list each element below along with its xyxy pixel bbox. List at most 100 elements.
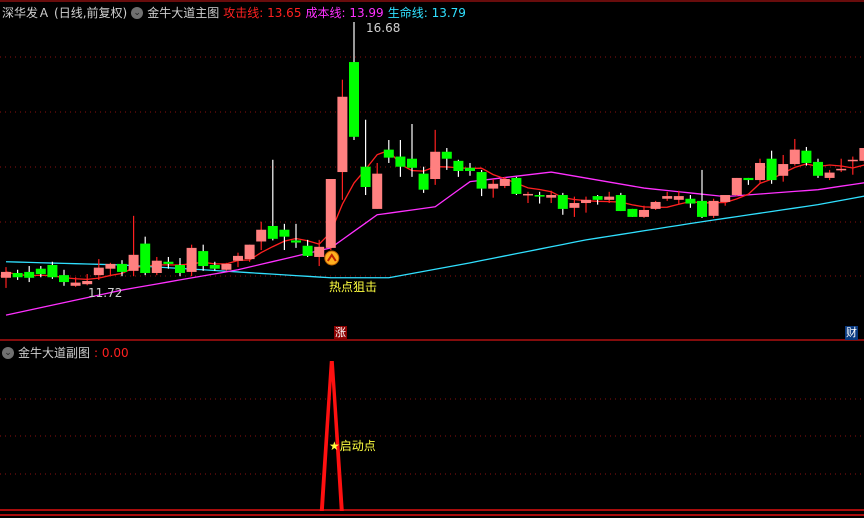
candle-up: [105, 263, 116, 269]
candle-up: [93, 267, 104, 276]
candle-up: [639, 209, 649, 217]
signal-arrow-circle: [324, 250, 340, 266]
candle-down: [592, 196, 603, 200]
sub-indicator-dropdown-icon[interactable]: ⌄: [2, 346, 14, 359]
candle-up: [662, 196, 673, 199]
candle-up: [488, 183, 499, 189]
candle-up: [1, 271, 11, 278]
candle-down: [302, 245, 313, 256]
candlestick-chart[interactable]: [0, 0, 864, 341]
candle-up: [604, 196, 615, 200]
cost-value: 13.99: [349, 6, 384, 20]
candle-down: [453, 160, 464, 171]
candle-down: [163, 261, 174, 264]
candle-up: [314, 246, 325, 257]
candle-up: [789, 149, 800, 165]
candle-down: [813, 161, 823, 176]
candle-up: [859, 148, 864, 161]
sub-header: ⌄ 金牛大道副图 : 0.00: [2, 344, 129, 361]
candle-down: [441, 151, 452, 159]
candle-down: [47, 264, 58, 278]
candle-up: [778, 164, 789, 176]
candle-down: [209, 264, 220, 269]
main-indicator-name[interactable]: 金牛大道主图: [147, 4, 219, 21]
candle-up: [731, 177, 742, 196]
candle-down: [395, 156, 406, 167]
candle-up: [650, 201, 661, 209]
candle-up: [581, 199, 591, 204]
candle-down: [465, 167, 475, 171]
main-header: 深华发Ａ (日线,前复权) ⌄ 金牛大道主图 攻击线: 13.65 成本线: 1…: [2, 4, 466, 21]
stock-name: 深华发Ａ: [2, 6, 51, 20]
candle-down: [801, 150, 812, 163]
rise-tag[interactable]: 涨: [334, 326, 347, 340]
candle-down: [267, 225, 278, 239]
candle-up: [325, 178, 336, 248]
candle-up: [523, 193, 533, 196]
candle-down: [697, 200, 707, 217]
sub-indicator-name[interactable]: 金牛大道副图: [18, 344, 90, 361]
candle-up: [256, 229, 267, 242]
attack-value: 13.65: [267, 6, 302, 20]
candle-up: [372, 173, 383, 209]
candle-up: [847, 159, 858, 162]
candle-down: [291, 240, 301, 243]
candle-down: [685, 198, 696, 204]
candle-down: [557, 195, 568, 209]
life-value: 13.79: [431, 6, 466, 20]
candle-up: [82, 280, 93, 285]
candle-down: [59, 275, 69, 283]
candle-up: [128, 254, 139, 271]
main-chart-pane[interactable]: 深华发Ａ (日线,前复权) ⌄ 金牛大道主图 攻击线: 13.65 成本线: 1…: [0, 0, 864, 341]
launch-point-label: ★启动点: [329, 439, 376, 453]
candle-up: [186, 247, 197, 272]
candle-down: [743, 177, 754, 181]
candle-up: [233, 255, 243, 261]
high-price-label: 16.68: [366, 21, 401, 35]
candle-up: [673, 196, 684, 200]
candle-down: [476, 172, 487, 189]
candle-up: [499, 178, 510, 186]
candle-down: [511, 177, 522, 194]
candle-up: [755, 162, 765, 181]
candle-down: [418, 173, 429, 190]
candle-up: [824, 172, 835, 178]
indicator-dropdown-icon[interactable]: ⌄: [131, 6, 144, 19]
sub-indicator-chart: [0, 361, 864, 516]
candle-up: [708, 200, 719, 216]
candle-up: [244, 244, 255, 260]
low-price-label: 11.72: [88, 286, 123, 300]
candle-down: [349, 62, 359, 137]
attack-label: 攻击线:: [223, 6, 264, 20]
candle-down: [12, 272, 23, 278]
candle-up: [70, 282, 81, 286]
candle-down: [360, 166, 371, 188]
candle-up: [337, 96, 348, 173]
sub-chart-pane[interactable]: ⌄ 金牛大道副图 : 0.00 ★启动点: [0, 341, 864, 518]
star-icon: ★: [329, 439, 340, 453]
sub-indicator-value: : 0.00: [94, 345, 129, 360]
candle-down: [24, 271, 35, 278]
candle-up: [151, 260, 162, 273]
candle-up: [430, 151, 441, 179]
candle-up: [546, 195, 557, 198]
candle-down: [198, 251, 209, 267]
life-label: 生命线:: [387, 6, 428, 20]
chart-mode[interactable]: (日线,前复权): [54, 4, 127, 21]
candle-up: [221, 263, 232, 270]
candle-down: [766, 158, 777, 181]
candle-down: [140, 243, 151, 273]
cost-label: 成本线:: [305, 6, 346, 20]
candle-down: [534, 195, 545, 197]
candle-up: [836, 168, 847, 171]
finance-tag[interactable]: 财: [845, 326, 858, 340]
candle-down: [615, 195, 626, 212]
candle-up: [569, 203, 580, 208]
hot-snipe-signal-label: 热点狙击: [329, 280, 378, 294]
candle-down: [175, 264, 185, 273]
candle-down: [35, 268, 46, 275]
candle-up: [720, 195, 731, 202]
candle-down: [407, 158, 417, 168]
candle-down: [627, 208, 638, 217]
candle-down: [383, 149, 394, 158]
